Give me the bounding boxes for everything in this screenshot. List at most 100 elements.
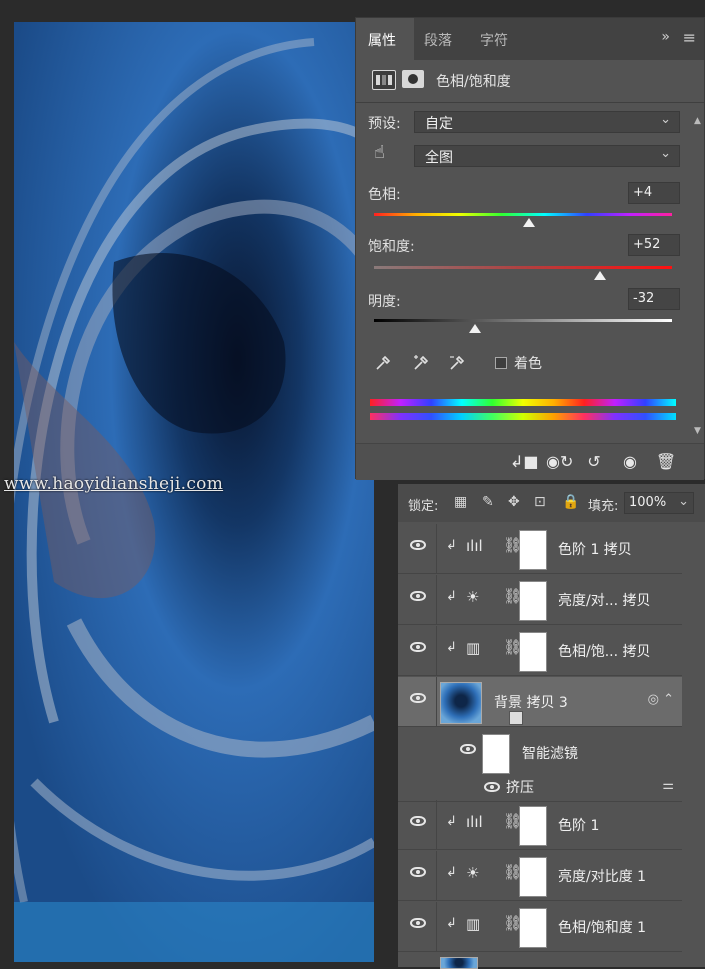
fill-value-field[interactable]: 100% ⌄ <box>624 492 694 514</box>
lightness-slider-track[interactable] <box>374 319 672 322</box>
lightness-slider-thumb[interactable] <box>469 324 482 333</box>
layer-name[interactable]: 亮度/对比度 1 <box>558 866 646 886</box>
layer-mask-thumbnail[interactable] <box>519 581 547 621</box>
layer-thumbnail[interactable] <box>440 682 523 725</box>
scroll-up-icon[interactable]: ▲ <box>694 116 701 126</box>
lock-all-icon[interactable]: 🔒 <box>562 494 579 510</box>
view-previous-state-icon[interactable]: ◉↻ <box>546 452 573 471</box>
saturation-slider-track[interactable] <box>374 266 672 269</box>
scroll-down-icon[interactable]: ▼ <box>694 426 701 436</box>
row-separator <box>436 575 437 624</box>
eyedropper-add-icon[interactable] <box>412 354 430 372</box>
layer-name[interactable]: 色相/饱和度 1 <box>558 917 646 937</box>
adjustment-title: 色相/饱和度 <box>436 74 511 90</box>
layer-name[interactable]: 色阶 1 拷贝 <box>558 539 632 559</box>
panel-scrollbar[interactable]: ▲ ▼ <box>694 116 702 436</box>
chevron-down-icon: ⌄ <box>660 112 671 127</box>
layer-mask-thumbnail[interactable] <box>519 857 547 897</box>
layer-row-partial[interactable] <box>398 953 682 969</box>
eye-icon[interactable] <box>410 918 426 928</box>
targeted-adjustment-hand-icon[interactable]: ☝ <box>374 142 385 163</box>
fill-label: 填充: <box>588 499 619 514</box>
clipping-arrow-icon: ↲ <box>446 640 457 655</box>
row-separator <box>436 677 437 726</box>
reset-icon[interactable]: ↺ <box>582 452 606 471</box>
brightness-icon: ☀ <box>466 864 480 882</box>
filter-name[interactable]: 挤压 <box>506 777 534 797</box>
clipping-arrow-icon: ↲ <box>446 589 457 604</box>
layer-thumbnail[interactable] <box>440 957 478 969</box>
filter-blending-options-icon[interactable]: ⚌ <box>662 778 674 793</box>
visibility-eye-icon[interactable]: ◉ <box>618 452 642 471</box>
layer-mask-thumbnail[interactable] <box>519 530 547 570</box>
layer-row[interactable]: ↲ ☀ ⛓ 亮度/对... 拷贝 <box>398 575 682 625</box>
layer-name[interactable]: 背景 拷贝 3 <box>494 692 568 712</box>
range-select[interactable]: 全图 ⌄ <box>414 145 680 167</box>
layer-row[interactable]: ↲ ▥ ⛓ 色相/饱和度 1 <box>398 902 682 952</box>
hue-value-field[interactable]: +4 <box>628 182 680 204</box>
layer-name[interactable]: 亮度/对... 拷贝 <box>558 590 651 610</box>
clipping-arrow-icon: ↲ <box>446 814 457 829</box>
levels-icon: ılıl <box>466 537 483 555</box>
hue-slider-track[interactable] <box>374 213 672 216</box>
eyedropper-icon[interactable] <box>374 354 392 372</box>
trash-icon[interactable]: 🗑 <box>654 452 678 471</box>
eye-icon[interactable] <box>410 693 426 703</box>
preset-select[interactable]: 自定 ⌄ <box>414 111 680 133</box>
lightness-label: 明度: <box>368 294 401 310</box>
smart-filter-indicator-icon[interactable]: ◎ ⌃ <box>648 692 674 707</box>
fill-value: 100% <box>629 495 667 510</box>
adjustment-layer-icon[interactable] <box>372 70 396 90</box>
layer-row-selected[interactable]: 背景 拷贝 3 ◎ ⌃ <box>398 677 682 727</box>
collapse-panel-icon[interactable]: » <box>661 29 670 45</box>
eye-icon[interactable] <box>410 591 426 601</box>
saturation-slider-thumb[interactable] <box>594 271 607 280</box>
lightness-value-field[interactable]: -32 <box>628 288 680 310</box>
hue-saturation-icon: ▥ <box>466 915 481 933</box>
layer-name[interactable]: 色阶 1 <box>558 815 599 835</box>
clip-to-layer-icon[interactable]: ↲■ <box>510 452 539 471</box>
clipping-arrow-icon: ↲ <box>446 916 457 931</box>
header-divider <box>356 102 704 103</box>
tab-character[interactable]: 字符 <box>480 30 508 50</box>
lock-image-pixels-icon[interactable]: ✎ <box>482 494 494 510</box>
smart-object-icon <box>509 711 523 725</box>
lock-position-icon[interactable]: ✥ <box>508 494 520 510</box>
layer-mask-icon[interactable] <box>402 70 424 88</box>
properties-footer: ↲■ ◉↻ ↺ ◉ 🗑 <box>356 443 704 480</box>
panel-menu-icon[interactable]: ≡ <box>683 28 696 47</box>
colorize-checkbox[interactable] <box>495 357 507 369</box>
filter-row[interactable]: 挤压 ⚌ <box>398 774 682 802</box>
eye-icon[interactable] <box>410 540 426 550</box>
layer-row[interactable]: ↲ ☀ ⛓ 亮度/对比度 1 <box>398 851 682 901</box>
smart-filter-mask-thumbnail[interactable] <box>482 734 510 774</box>
layer-row[interactable]: ↲ ılıl ⛓ 色阶 1 <box>398 800 682 850</box>
row-separator <box>436 800 437 849</box>
eyedropper-subtract-icon[interactable] <box>448 354 466 372</box>
layer-mask-thumbnail[interactable] <box>519 908 547 948</box>
tab-properties[interactable]: 属性 <box>368 30 396 50</box>
hue-slider-thumb[interactable] <box>522 218 535 227</box>
tab-paragraph[interactable]: 段落 <box>424 30 452 50</box>
layer-mask-thumbnail[interactable] <box>519 632 547 672</box>
layer-mask-thumbnail[interactable] <box>519 806 547 846</box>
properties-panel: 属性 段落 字符 » ≡ 色相/饱和度 预设: 自定 ⌄ ☝ 全图 ⌄ 色相: … <box>355 17 705 480</box>
lock-row: 锁定: ▦ ✎ ✥ ⊡ 🔒 填充: 100% ⌄ <box>398 484 705 522</box>
layer-name[interactable]: 色相/饱... 拷贝 <box>558 641 651 661</box>
eye-icon[interactable] <box>484 782 500 792</box>
eye-icon[interactable] <box>460 744 476 754</box>
lock-artboard-icon[interactable]: ⊡ <box>534 494 546 510</box>
brightness-icon: ☀ <box>466 588 480 606</box>
saturation-value-field[interactable]: +52 <box>628 234 680 256</box>
preset-label: 预设: <box>368 116 401 132</box>
lock-transparent-pixels-icon[interactable]: ▦ <box>454 494 467 510</box>
layer-row[interactable]: ↲ ılıl ⛓ 色阶 1 拷贝 <box>398 524 682 574</box>
layer-row[interactable]: ↲ ▥ ⛓ 色相/饱... 拷贝 <box>398 626 682 676</box>
eye-icon[interactable] <box>410 816 426 826</box>
eye-icon[interactable] <box>410 642 426 652</box>
colorize-label: 着色 <box>514 356 542 372</box>
range-select-value: 全图 <box>425 150 453 166</box>
smart-filters-row[interactable]: 智能滤镜 <box>398 728 682 778</box>
eye-icon[interactable] <box>410 867 426 877</box>
clipping-arrow-icon: ↲ <box>446 538 457 553</box>
